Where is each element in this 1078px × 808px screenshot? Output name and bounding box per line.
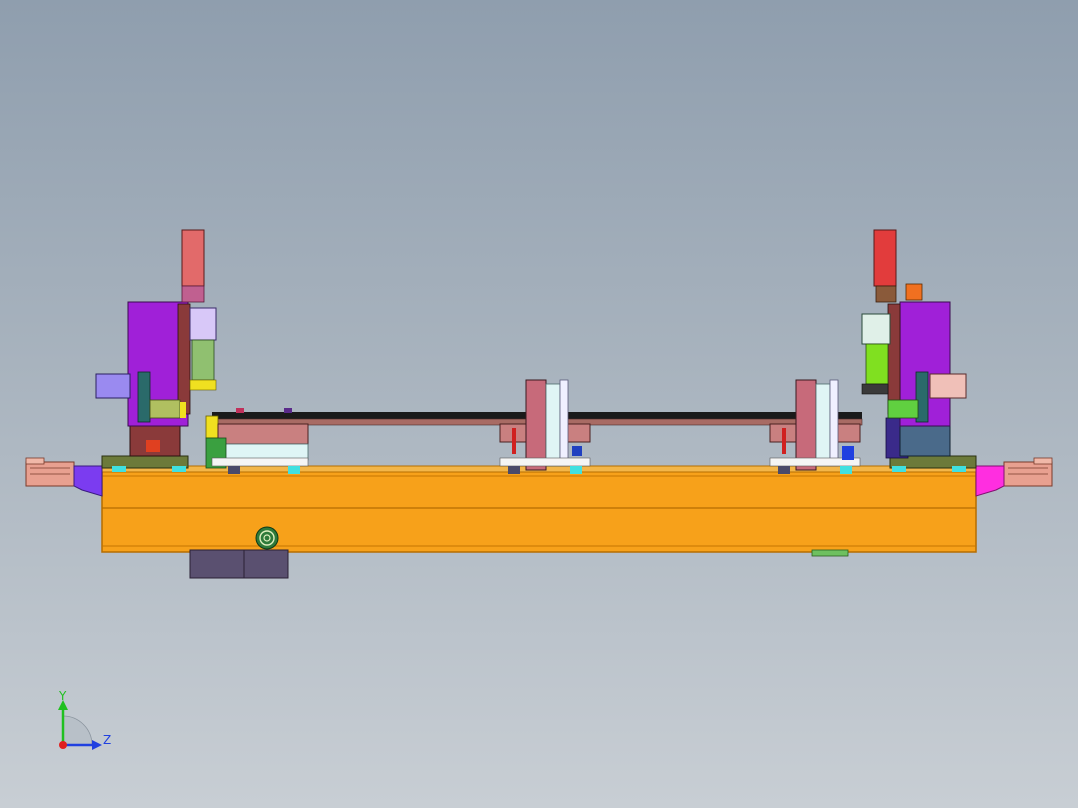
right-turntable xyxy=(899,423,951,457)
right-servo-motor xyxy=(873,229,897,287)
left-servo-motor xyxy=(181,229,205,287)
right-side-motor xyxy=(929,373,967,399)
right-wedge xyxy=(975,465,1005,497)
under-frame-tab xyxy=(811,549,849,557)
coordinate-triad-icon: Y Z xyxy=(58,689,111,750)
carriage-block xyxy=(217,423,309,445)
right-orange-box xyxy=(905,283,923,301)
clamp-face xyxy=(559,379,569,467)
left-vertical-arm xyxy=(137,371,151,423)
triad-x-dot xyxy=(59,741,67,749)
clamp-foot xyxy=(840,466,852,474)
left-base-foot xyxy=(112,466,126,472)
triad-quarter-disc xyxy=(62,715,93,746)
clamp-bottom xyxy=(499,457,591,467)
triad-z-label: Z xyxy=(103,733,111,747)
rail-marker xyxy=(236,408,244,413)
right-gear-head xyxy=(861,313,891,345)
left-clamp-block xyxy=(149,399,181,419)
left-end-assembly[interactable] xyxy=(25,457,103,497)
right-end-tab xyxy=(1033,457,1053,465)
assembly-canvas[interactable]: Y Z xyxy=(0,0,1078,808)
control-box-left xyxy=(189,549,245,579)
clamp-foot xyxy=(778,466,790,474)
carriage-base xyxy=(211,457,309,467)
clamp-foot xyxy=(570,466,582,474)
triad-y-label: Y xyxy=(58,689,67,703)
right-clamp[interactable] xyxy=(769,379,861,474)
left-tool-tip xyxy=(189,379,217,391)
clamp-sensor xyxy=(842,446,854,460)
left-spindle-unit[interactable] xyxy=(95,229,217,472)
right-clamp-block xyxy=(887,399,919,419)
main-frame[interactable] xyxy=(97,465,981,553)
left-end-tab xyxy=(25,457,45,465)
left-tool-holder xyxy=(191,339,215,381)
right-end-assembly[interactable] xyxy=(975,457,1053,497)
right-base-foot xyxy=(952,466,966,472)
left-yellow-tab xyxy=(180,402,186,418)
clamp-slide xyxy=(545,383,561,467)
clamp-plate xyxy=(795,379,817,471)
control-box-right xyxy=(243,549,289,579)
right-spindle-unit[interactable] xyxy=(861,229,977,472)
spiral-emblem-icon xyxy=(255,526,279,550)
right-tool-holder xyxy=(865,343,889,385)
clamp-sensor xyxy=(572,446,582,456)
carriage-foot xyxy=(288,466,300,474)
cad-viewport[interactable]: Y Z xyxy=(0,0,1078,808)
left-wedge xyxy=(73,465,103,497)
left-housing-strip xyxy=(177,303,191,415)
clamp-plate xyxy=(525,379,547,471)
triad-z-arrow xyxy=(92,740,102,750)
clamp-handle xyxy=(512,428,516,454)
left-gear-head xyxy=(189,307,217,341)
carriage-foot xyxy=(228,466,240,474)
left-side-motor xyxy=(95,373,131,399)
left-base-foot xyxy=(172,466,186,472)
clamp-handle xyxy=(782,428,786,454)
center-clamp[interactable] xyxy=(499,379,591,474)
clamp-foot xyxy=(508,466,520,474)
rail-marker xyxy=(284,408,292,413)
control-boxes[interactable] xyxy=(189,549,849,579)
left-turntable-core xyxy=(146,440,160,452)
frame-body xyxy=(101,469,977,553)
rail-end-stop xyxy=(205,415,219,439)
clamp-face xyxy=(829,379,839,467)
right-motor-coupling xyxy=(875,285,897,303)
right-base-foot xyxy=(892,466,906,472)
clamp-slide xyxy=(815,383,831,467)
right-tool-tip xyxy=(861,383,889,395)
left-motor-coupling xyxy=(181,285,205,303)
